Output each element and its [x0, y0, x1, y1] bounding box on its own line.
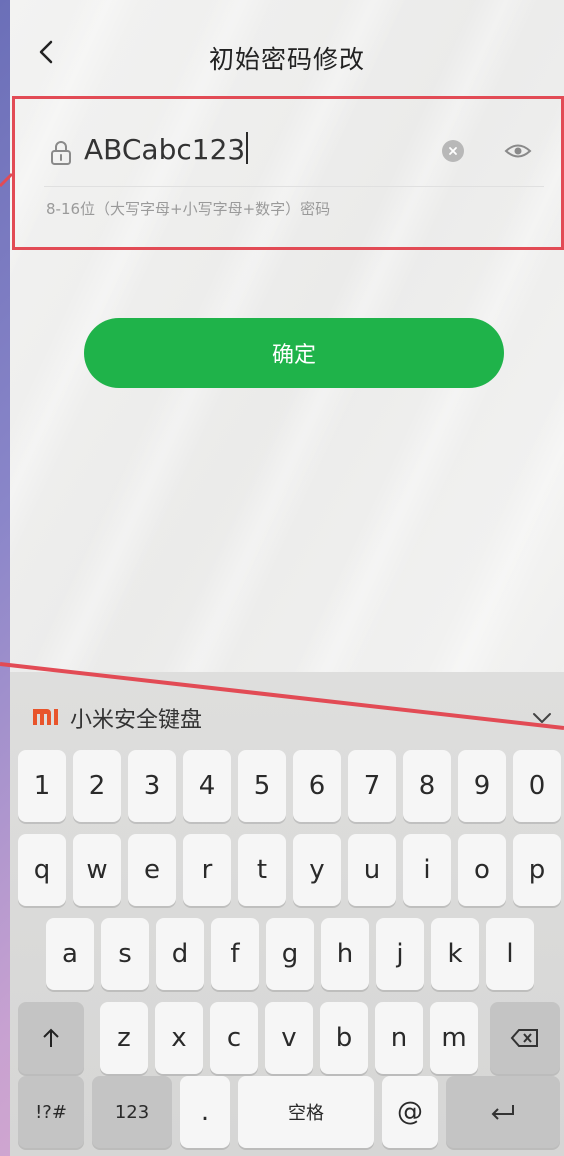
- key-b[interactable]: b: [320, 1002, 368, 1074]
- backspace-icon: [510, 1029, 538, 1047]
- numbers-key[interactable]: 123: [92, 1076, 172, 1148]
- shift-key[interactable]: [18, 1002, 84, 1074]
- key-s[interactable]: s: [101, 918, 149, 990]
- key-u[interactable]: u: [348, 834, 396, 906]
- backspace-key[interactable]: [490, 1002, 560, 1074]
- key-t[interactable]: t: [238, 834, 286, 906]
- confirm-button[interactable]: 确定: [84, 318, 504, 388]
- key-5[interactable]: 5: [238, 750, 286, 822]
- key-8[interactable]: 8: [403, 750, 451, 822]
- key-r[interactable]: r: [183, 834, 231, 906]
- key-j[interactable]: j: [376, 918, 424, 990]
- chevron-down-icon[interactable]: [528, 704, 556, 732]
- key-v[interactable]: v: [265, 1002, 313, 1074]
- symbols-key[interactable]: !?#: [18, 1076, 84, 1148]
- key-1[interactable]: 1: [18, 750, 66, 822]
- key-d[interactable]: d: [156, 918, 204, 990]
- key-0[interactable]: 0: [513, 750, 561, 822]
- key-o[interactable]: o: [458, 834, 506, 906]
- security-keyboard: 小米安全键盘 1234567890qwertyuiopasdfghjklzxcv…: [10, 672, 564, 1156]
- keyboard-name: 小米安全键盘: [70, 708, 203, 733]
- key-3[interactable]: 3: [128, 750, 176, 822]
- key-7[interactable]: 7: [348, 750, 396, 822]
- space-key[interactable]: 空格: [238, 1076, 374, 1148]
- keyboard-toolbar: 小米安全键盘: [10, 672, 564, 748]
- key-k[interactable]: k: [431, 918, 479, 990]
- key-y[interactable]: y: [293, 834, 341, 906]
- at-key[interactable]: @: [382, 1076, 438, 1148]
- key-q[interactable]: q: [18, 834, 66, 906]
- key-x[interactable]: x: [155, 1002, 203, 1074]
- mi-logo-icon: [33, 709, 58, 725]
- key-2[interactable]: 2: [73, 750, 121, 822]
- key-a[interactable]: a: [46, 918, 94, 990]
- key-g[interactable]: g: [266, 918, 314, 990]
- key-h[interactable]: h: [321, 918, 369, 990]
- key-m[interactable]: m: [430, 1002, 478, 1074]
- period-key[interactable]: .: [180, 1076, 230, 1148]
- enter-icon: [491, 1105, 514, 1120]
- key-p[interactable]: p: [513, 834, 561, 906]
- shift-icon: [43, 1028, 59, 1047]
- key-w[interactable]: w: [73, 834, 121, 906]
- key-c[interactable]: c: [210, 1002, 258, 1074]
- enter-key[interactable]: [446, 1076, 560, 1148]
- key-6[interactable]: 6: [293, 750, 341, 822]
- page-title: 初始密码修改: [208, 45, 365, 74]
- key-l[interactable]: l: [486, 918, 534, 990]
- key-n[interactable]: n: [375, 1002, 423, 1074]
- header: 初始密码修改: [10, 0, 564, 88]
- key-9[interactable]: 9: [458, 750, 506, 822]
- highlight-box: [12, 96, 564, 250]
- key-4[interactable]: 4: [183, 750, 231, 822]
- key-i[interactable]: i: [403, 834, 451, 906]
- key-z[interactable]: z: [100, 1002, 148, 1074]
- key-f[interactable]: f: [211, 918, 259, 990]
- key-e[interactable]: e: [128, 834, 176, 906]
